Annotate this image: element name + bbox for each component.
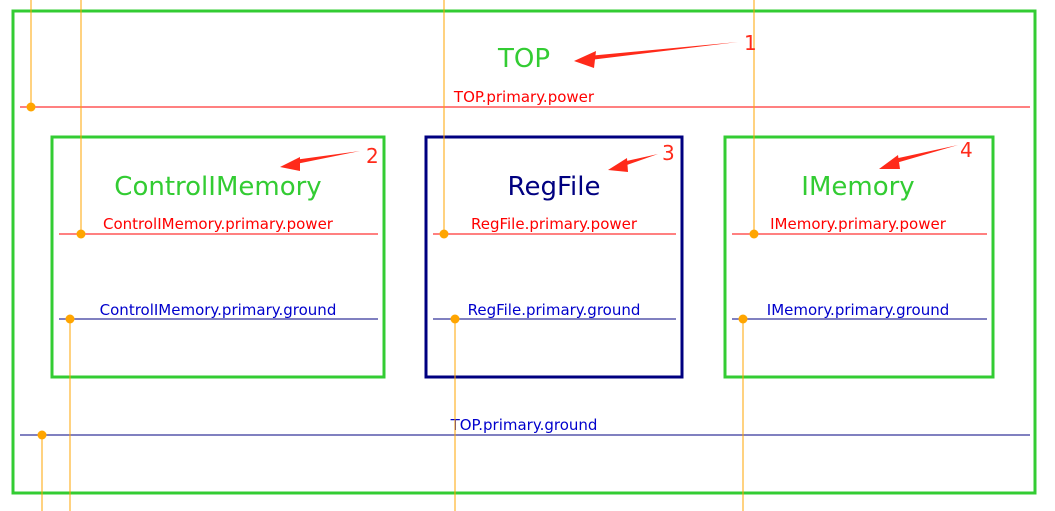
block-controlimemory-title: ControlIMemory bbox=[114, 172, 321, 202]
annotation-arrowhead-3 bbox=[608, 158, 628, 172]
block-regfile-power-label: RegFile.primary.power bbox=[471, 215, 638, 233]
block-regfile-ground-label: RegFile.primary.ground bbox=[468, 301, 641, 319]
annotation-number-3: 3 bbox=[662, 141, 675, 165]
block-regfile-title: RegFile bbox=[508, 172, 601, 202]
connector-dot-imemory-ground[interactable] bbox=[738, 314, 748, 324]
annotation-number-1: 1 bbox=[744, 31, 757, 55]
connector-dot-top-power[interactable] bbox=[26, 102, 36, 112]
annotation-arrow-2 bbox=[294, 151, 360, 164]
block-controlimemory[interactable]: ControlIMemory ControlIMemory.primary.po… bbox=[50, 135, 386, 379]
connector-dots bbox=[26, 102, 759, 440]
block-imemory-title: IMemory bbox=[801, 172, 914, 202]
top-block-title: TOP bbox=[497, 44, 550, 74]
connector-dot-regfile-ground[interactable] bbox=[450, 314, 460, 324]
power-domain-diagram: TOP TOP.primary.power TOP.primary.ground… bbox=[11, 0, 1037, 511]
annotation-arrowhead-1 bbox=[574, 51, 596, 68]
annotation-arrow-4 bbox=[894, 145, 958, 163]
connector-dot-top-ground[interactable] bbox=[37, 430, 47, 440]
connector-dot-controlimemory-power[interactable] bbox=[76, 229, 86, 239]
top-power-label: TOP.primary.power bbox=[453, 88, 595, 106]
connector-dot-imemory-power[interactable] bbox=[749, 229, 759, 239]
block-controlimemory-ground-label: ControlIMemory.primary.ground bbox=[100, 301, 337, 319]
block-imemory-ground-label: IMemory.primary.ground bbox=[767, 301, 949, 319]
annotation-arrowhead-4 bbox=[879, 155, 900, 169]
connector-dot-regfile-power[interactable] bbox=[439, 229, 449, 239]
connector-wires bbox=[30, 0, 755, 511]
annotation-arrow-1 bbox=[588, 42, 738, 60]
block-controlimemory-power-label: ControlIMemory.primary.power bbox=[103, 215, 334, 233]
block-imemory-power-label: IMemory.primary.power bbox=[770, 215, 947, 233]
annotation-number-4: 4 bbox=[960, 138, 973, 162]
annotation-arrowhead-2 bbox=[280, 157, 300, 171]
connector-dot-controlimemory-ground[interactable] bbox=[65, 314, 75, 324]
block-regfile[interactable]: RegFile RegFile.primary.power RegFile.pr… bbox=[424, 135, 684, 379]
top-ground-label: TOP.primary.ground bbox=[450, 416, 598, 434]
annotation-number-2: 2 bbox=[366, 144, 379, 168]
block-imemory[interactable]: IMemory IMemory.primary.power IMemory.pr… bbox=[723, 135, 995, 379]
